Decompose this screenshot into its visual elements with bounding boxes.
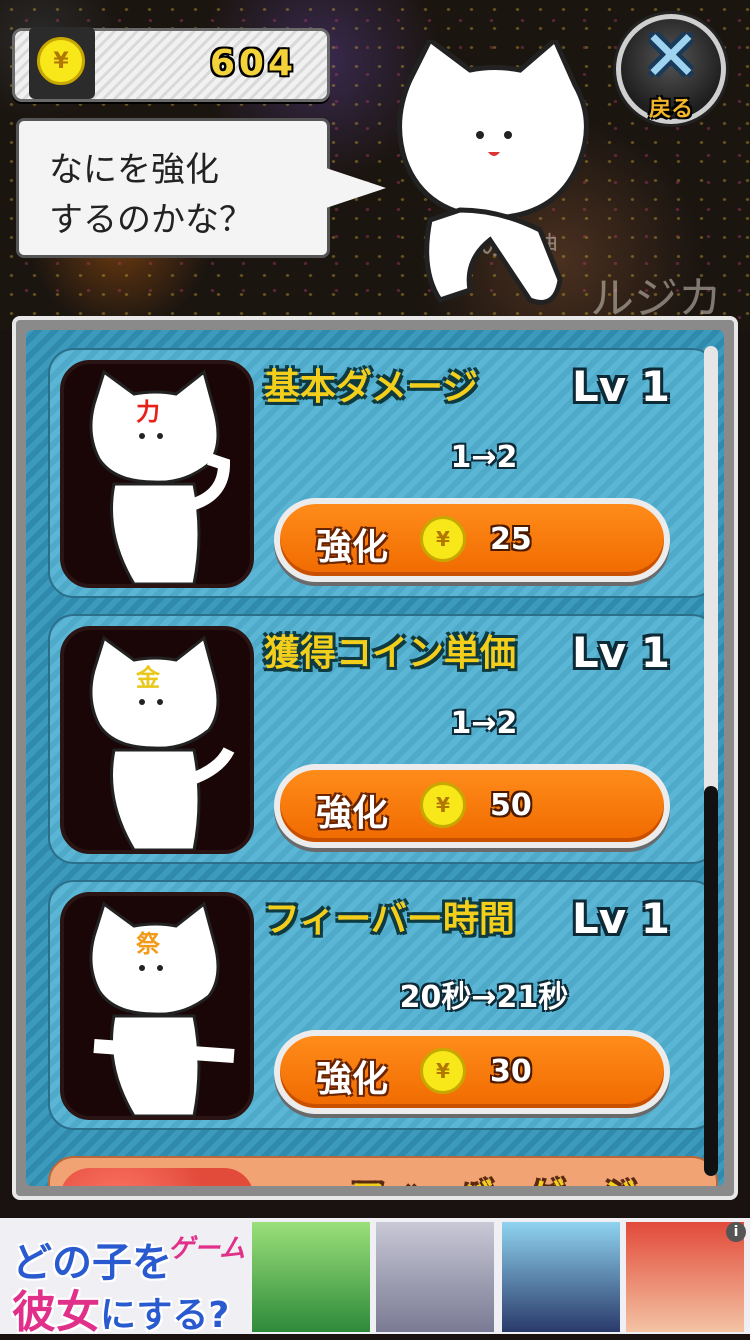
scrollbar-thumb[interactable]	[704, 786, 718, 1176]
upgrade-title: 獲得コイン単価	[264, 633, 517, 674]
back-label: 戻る	[648, 97, 693, 122]
upgrade-button-label: 強化	[316, 527, 389, 568]
yen-coin-icon: ¥	[37, 37, 85, 85]
upgrade-button[interactable]: 強化 ¥ 25	[274, 498, 670, 582]
ad-character-image	[626, 1222, 744, 1332]
upgrade-panel: 力 基本ダメージ Lv 1 1→2 強化 ¥ 25 金 獲得コイン単価 Lv 1…	[12, 316, 738, 1200]
upgrade-thumbnail: 金	[60, 626, 254, 854]
coin-count: 604	[209, 43, 297, 84]
upgrade-cost: 50	[490, 788, 532, 823]
upgrade-level: Lv 1	[572, 894, 670, 943]
coin-icon-frame: ¥	[29, 27, 95, 99]
upgrade-button-label: 強化	[316, 1059, 389, 1100]
ad-headline-2b: にする?	[100, 1295, 230, 1336]
ad-character-image	[376, 1222, 494, 1332]
scrollbar[interactable]	[704, 346, 718, 1176]
upgrade-change: 20秒→21秒	[399, 980, 569, 1015]
yen-coin-icon: ¥	[420, 782, 466, 828]
coin-counter: ¥ 604	[12, 27, 330, 102]
upgrade-change: 1→2	[450, 440, 518, 475]
ad-character-image	[502, 1222, 620, 1332]
ad-info-icon[interactable]: i	[726, 1222, 746, 1242]
upgrade-level: Lv 1	[572, 362, 670, 411]
upgrade-badge: 力	[136, 398, 160, 426]
upgrade-title: 基本ダメージ	[264, 367, 479, 408]
upgrade-cost: 30	[490, 1054, 532, 1089]
upgrade-thumbnail: 力	[60, 360, 254, 588]
upgrade-badge: 金	[136, 664, 160, 692]
upgrade-thumbnail	[60, 1168, 254, 1186]
upgrade-button-label: 強化	[316, 793, 389, 834]
ad-character-image	[252, 1222, 370, 1332]
upgrade-badge: 祭	[136, 930, 160, 958]
yen-coin-icon: ¥	[420, 1048, 466, 1094]
cat-character	[397, 40, 589, 305]
upgrade-cost: 25	[490, 522, 532, 557]
back-button[interactable]: ✕ 戻る	[616, 14, 726, 124]
speech-text: なにを強化 するのかな？	[49, 150, 253, 240]
upgrade-card-fever-gauge: フィーバーゲージ	[48, 1156, 718, 1186]
upgrade-list[interactable]: 力 基本ダメージ Lv 1 1→2 強化 ¥ 25 金 獲得コイン単価 Lv 1…	[26, 330, 724, 1186]
upgrade-button[interactable]: 強化 ¥ 30	[274, 1030, 670, 1114]
ad-headline-2a: 彼女	[12, 1287, 100, 1338]
close-x-icon: ✕	[641, 15, 701, 97]
yen-coin-icon: ¥	[420, 516, 466, 562]
upgrade-card-fever-time: 祭 フィーバー時間 Lv 1 20秒→21秒 強化 ¥ 30	[48, 880, 718, 1130]
ad-headline-2: 彼女にする?	[12, 1276, 229, 1340]
speech-bubble: なにを強化 するのかな？	[16, 118, 330, 258]
upgrade-thumbnail: 祭	[60, 892, 254, 1120]
speech-bubble-tail	[326, 168, 386, 208]
upgrade-title: フィーバーゲージ	[350, 1168, 636, 1186]
upgrade-card-coin-value: 金 獲得コイン単価 Lv 1 1→2 強化 ¥ 50	[48, 614, 718, 864]
ad-banner[interactable]: どの子を 彼女にする? ゲーム	[0, 1218, 750, 1338]
upgrade-button[interactable]: 強化 ¥ 50	[274, 764, 670, 848]
upgrade-change: 1→2	[450, 706, 518, 741]
upgrade-title: フィーバー時間	[264, 899, 515, 940]
ad-logo: ゲーム	[168, 1234, 246, 1264]
upgrade-level: Lv 1	[572, 628, 670, 677]
upgrade-card-base-damage: 力 基本ダメージ Lv 1 1→2 強化 ¥ 25	[48, 348, 718, 598]
